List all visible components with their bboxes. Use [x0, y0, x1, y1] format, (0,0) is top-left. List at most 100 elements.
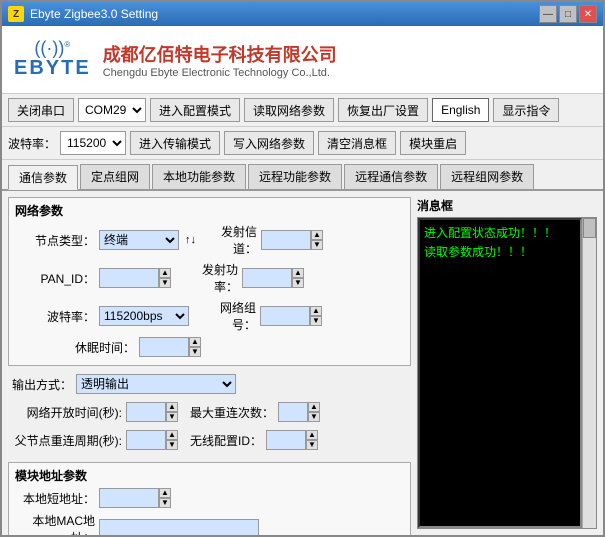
network-id-spin: 0 ▲ ▼ [260, 306, 322, 326]
mac-label: 本地MAC地址： [15, 512, 95, 535]
right-panel: 消息框 进入配置状态成功！！！读取参数成功！！！ [417, 197, 597, 529]
sleep-time-down[interactable]: ▼ [189, 347, 201, 357]
pan-id-label: PAN_ID： [15, 270, 95, 287]
transmit-channel-up[interactable]: ▲ [311, 230, 323, 240]
close-port-button[interactable]: 关闭串口 [8, 98, 74, 122]
max-reconnect-down[interactable]: ▼ [308, 412, 320, 422]
local-addr-down[interactable]: ▼ [159, 498, 171, 508]
tabs-bar: 通信参数 定点组网 本地功能参数 远程功能参数 远程通信参数 远程组网参数 [2, 160, 603, 191]
parent-reconnect-row: 父节点重连周期(秒): 5 ▲ ▼ 无线配置ID： A88A ▲ ▼ [12, 430, 411, 450]
transmit-channel-label: 发射信道： [202, 223, 257, 257]
parent-reconnect-down[interactable]: ▼ [166, 440, 178, 450]
tab-remote-network[interactable]: 远程组网参数 [440, 164, 534, 189]
minimize-button[interactable]: — [539, 5, 557, 23]
scroll-thumb[interactable] [583, 218, 596, 238]
baud-row: 波特率： 115200bps 网络组号： 0 ▲ ▼ [15, 299, 404, 333]
sleep-time-up[interactable]: ▲ [189, 337, 201, 347]
parent-reconnect-input[interactable]: 5 [126, 430, 166, 450]
company-cn-text: 成都亿佰特电子科技有限公司 [103, 41, 337, 67]
network-id-input[interactable]: 0 [260, 306, 310, 326]
tab-comm-params[interactable]: 通信参数 [8, 165, 78, 190]
parent-reconnect-up[interactable]: ▲ [166, 430, 178, 440]
local-addr-up[interactable]: ▲ [159, 488, 171, 498]
show-cmd-button[interactable]: 显示指令 [493, 98, 559, 122]
net-open-up[interactable]: ▲ [166, 402, 178, 412]
read-net-params-button[interactable]: 读取网络参数 [244, 98, 334, 122]
toolbar2: 波特率： 115200 进入传输模式 写入网络参数 清空消息框 模块重启 [2, 127, 603, 160]
enter-config-button[interactable]: 进入配置模式 [150, 98, 240, 122]
clear-msg-button[interactable]: 清空消息框 [318, 131, 396, 155]
message-box[interactable]: 进入配置状态成功！！！读取参数成功！！！ [418, 218, 582, 528]
window-controls: — □ ✕ [539, 5, 597, 23]
message-box-container: 进入配置状态成功！！！读取参数成功！！！ [417, 217, 597, 529]
transmit-power-down[interactable]: ▼ [292, 278, 304, 288]
transmit-power-label: 发射功率： [183, 261, 238, 295]
wireless-config-spin: A88A ▲ ▼ [266, 430, 318, 450]
logo-left: ((·))® EBYTE [14, 39, 91, 80]
restore-factory-button[interactable]: 恢复出厂设置 [338, 98, 428, 122]
transmit-power-input[interactable]: 20.0 [242, 268, 292, 288]
title-bar: Z Ebyte Zigbee3.0 Setting — □ ✕ [2, 2, 603, 26]
net-params-title: 网络参数 [15, 202, 404, 219]
company-en-text: Chengdu Ebyte Electronic Technology Co.,… [103, 67, 337, 79]
node-type-select[interactable]: 终端 [99, 230, 179, 250]
module-addr-title: 模块地址参数 [15, 467, 404, 484]
local-addr-label: 本地短地址： [15, 490, 95, 507]
header-logo: ((·))® EBYTE 成都亿佰特电子科技有限公司 Chengdu Ebyte… [2, 26, 603, 94]
tab-remote-func[interactable]: 远程功能参数 [248, 164, 342, 189]
max-reconnect-input[interactable]: 5 [278, 402, 308, 422]
maximize-button[interactable]: □ [559, 5, 577, 23]
network-id-up[interactable]: ▲ [310, 306, 322, 316]
wireless-config-up[interactable]: ▲ [306, 430, 318, 440]
pan-id-input[interactable]: FFFF [99, 268, 159, 288]
output-select[interactable]: 透明输出 [76, 374, 236, 394]
baud-select[interactable]: 115200 [60, 131, 126, 155]
enter-trans-button[interactable]: 进入传输模式 [130, 131, 220, 155]
wireless-config-input[interactable]: A88A [266, 430, 306, 450]
transmit-channel-input[interactable]: 11 [261, 230, 311, 250]
network-id-down[interactable]: ▼ [310, 316, 322, 326]
transmit-power-up[interactable]: ▲ [292, 268, 304, 278]
baud-label: 波特率： [8, 135, 56, 152]
tab-remote-comm[interactable]: 远程通信参数 [344, 164, 438, 189]
transmit-channel-down[interactable]: ▼ [311, 240, 323, 250]
tab-local-func[interactable]: 本地功能参数 [152, 164, 246, 189]
main-window: Z Ebyte Zigbee3.0 Setting — □ ✕ ((·))® E… [0, 0, 605, 537]
sleep-time-spin: 84 ▲ ▼ [139, 337, 201, 357]
net-baud-label: 波特率： [15, 308, 95, 325]
local-addr-input[interactable]: FFFE [99, 488, 159, 508]
parent-reconnect-label: 父节点重连周期(秒): [12, 432, 122, 449]
net-params-group: 网络参数 节点类型： 终端 ↑↓ 发射信道： 11 ▲ ▼ [8, 197, 411, 366]
com-select[interactable]: COM29 [78, 98, 146, 122]
transmit-power-spin: 20.0 ▲ ▼ [242, 268, 304, 288]
net-open-spin: 255 ▲ ▼ [126, 402, 178, 422]
app-icon: Z [8, 6, 24, 22]
wireless-config-down[interactable]: ▼ [306, 440, 318, 450]
toolbar1: 关闭串口 COM29 进入配置模式 读取网络参数 恢复出厂设置 English … [2, 94, 603, 127]
logo-right: 成都亿佰特电子科技有限公司 Chengdu Ebyte Electronic T… [103, 41, 337, 79]
scrollbar[interactable] [582, 218, 596, 528]
wireless-config-label: 无线配置ID： [190, 432, 262, 449]
mac-input[interactable]: 0C 46 0C FE FF 9F FD 90 [99, 519, 259, 535]
left-panel: 网络参数 节点类型： 终端 ↑↓ 发射信道： 11 ▲ ▼ [8, 197, 411, 529]
net-open-label: 网络开放时间(秒): [12, 404, 122, 421]
net-baud-select[interactable]: 115200bps [99, 306, 189, 326]
logo-ebyte-text: EBYTE [14, 57, 91, 80]
close-button[interactable]: ✕ [579, 5, 597, 23]
logo-circles-icon: ((·))® [34, 39, 70, 57]
pan-id-down[interactable]: ▼ [159, 278, 171, 288]
net-open-input[interactable]: 255 [126, 402, 166, 422]
write-net-button[interactable]: 写入网络参数 [224, 131, 314, 155]
node-type-row: 节点类型： 终端 ↑↓ 发射信道： 11 ▲ ▼ [15, 223, 404, 257]
pan-id-up[interactable]: ▲ [159, 268, 171, 278]
module-addr-group: 模块地址参数 本地短地址： FFFE ▲ ▼ 本地MAC地址： 0C 46 0C… [8, 462, 411, 535]
tab-fixed-network[interactable]: 定点组网 [80, 164, 150, 189]
window-title: Ebyte Zigbee3.0 Setting [30, 7, 539, 21]
reboot-button[interactable]: 模块重启 [400, 131, 466, 155]
net-open-down[interactable]: ▼ [166, 412, 178, 422]
language-button[interactable]: English [432, 98, 489, 122]
net-open-row: 网络开放时间(秒): 255 ▲ ▼ 最大重连次数： 5 ▲ ▼ [12, 402, 411, 422]
sleep-time-input[interactable]: 84 [139, 337, 189, 357]
local-addr-row: 本地短地址： FFFE ▲ ▼ [15, 488, 404, 508]
max-reconnect-up[interactable]: ▲ [308, 402, 320, 412]
